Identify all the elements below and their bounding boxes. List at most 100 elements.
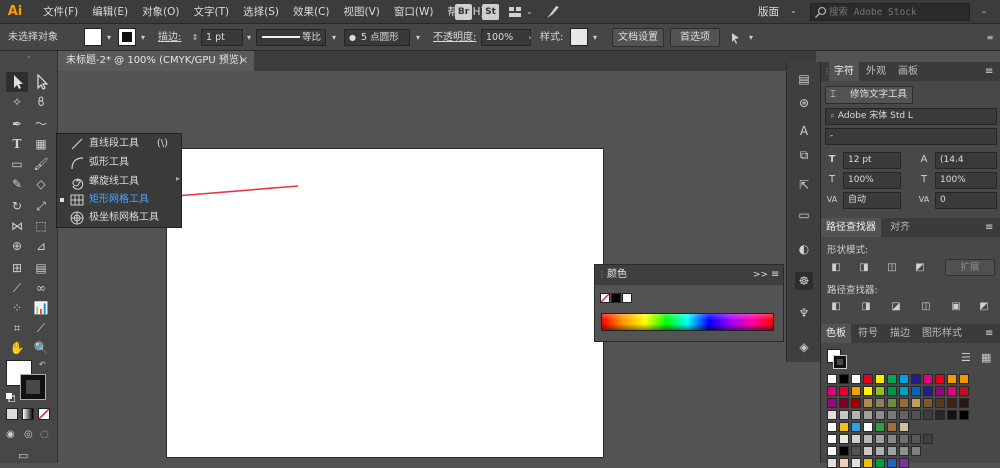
- swatch[interactable]: [887, 422, 897, 432]
- swatch[interactable]: [839, 434, 849, 444]
- layers-icon[interactable]: ◈: [795, 338, 813, 356]
- color-panel-toggle-icon[interactable]: ☸: [795, 272, 813, 290]
- brush-dropdown-icon[interactable]: ▾: [412, 29, 424, 46]
- flyout-item-line-segment[interactable]: 直线段工具 (\): [57, 135, 182, 153]
- black-color-chip[interactable]: [611, 293, 621, 303]
- gpu-rocket-icon[interactable]: [545, 4, 561, 20]
- swatch[interactable]: [827, 446, 837, 456]
- swatch-stroke-indicator[interactable]: [833, 355, 847, 369]
- flyout-item-spiral[interactable]: 螺旋线工具: [57, 173, 182, 191]
- stroke-profile-select[interactable]: 等比: [256, 29, 326, 46]
- menu-select[interactable]: 选择(S): [236, 0, 286, 24]
- stroke-label[interactable]: 描边:: [158, 29, 181, 46]
- navigator-icon[interactable]: ⊛: [795, 94, 813, 112]
- align-options-icon[interactable]: [729, 30, 745, 46]
- width-tool-icon[interactable]: ⋈: [6, 216, 28, 236]
- eyedropper-tool-icon[interactable]: ⟋: [6, 278, 28, 298]
- swatch[interactable]: [827, 434, 837, 444]
- swatch[interactable]: [887, 374, 897, 384]
- font-size-field[interactable]: 12 pt: [843, 152, 901, 169]
- brushes-icon[interactable]: ♆: [795, 304, 813, 322]
- trim-icon[interactable]: ◨: [859, 300, 873, 314]
- selection-tool-icon[interactable]: [6, 72, 28, 92]
- touch-type-button[interactable]: ⌶ 修饰文字工具: [825, 86, 913, 104]
- swatch[interactable]: [851, 410, 861, 420]
- curvature-tool-icon[interactable]: 〜: [30, 114, 52, 134]
- swatch[interactable]: [911, 410, 921, 420]
- swatch[interactable]: [899, 374, 909, 384]
- swatch[interactable]: [839, 410, 849, 420]
- swatch[interactable]: [935, 374, 945, 384]
- kerning-field[interactable]: 自动: [843, 192, 901, 209]
- panel-menu-icon[interactable]: ≡: [985, 218, 993, 237]
- draw-normal-icon[interactable]: ◉: [6, 429, 20, 441]
- stroke-color-box[interactable]: [20, 374, 46, 400]
- opacity-label[interactable]: 不透明度:: [433, 29, 476, 46]
- slice-tool-icon[interactable]: ⟋: [30, 318, 52, 338]
- swatch[interactable]: [899, 458, 909, 468]
- swatch[interactable]: [947, 386, 957, 396]
- links-icon[interactable]: ⧉: [795, 146, 813, 164]
- swatch[interactable]: [827, 374, 837, 384]
- stroke-weight-dropdown-icon[interactable]: ▾: [243, 29, 255, 46]
- swatch[interactable]: [959, 398, 969, 408]
- swatch[interactable]: [875, 374, 885, 384]
- tab-graphic-styles[interactable]: 图形样式: [917, 324, 967, 343]
- unite-icon[interactable]: ◧: [829, 261, 843, 275]
- tracking-field[interactable]: 0: [935, 192, 997, 209]
- swatch[interactable]: [851, 458, 861, 468]
- swatch[interactable]: [863, 434, 873, 444]
- gradient-tool-icon[interactable]: ▤: [30, 258, 52, 278]
- flyout-item-arc[interactable]: 弧形工具: [57, 154, 182, 172]
- swatch[interactable]: [839, 422, 849, 432]
- menu-type[interactable]: 文字(T): [187, 0, 237, 24]
- eraser-tool-icon[interactable]: ◇: [30, 174, 52, 194]
- scale-tool-icon[interactable]: ⤢: [30, 196, 52, 216]
- swatch[interactable]: [923, 374, 933, 384]
- perspective-grid-tool-icon[interactable]: ⊿: [30, 236, 52, 256]
- control-bar-menu-icon[interactable]: ≡: [984, 29, 996, 46]
- swatch[interactable]: [851, 434, 861, 444]
- swatch[interactable]: [863, 422, 873, 432]
- menu-effect[interactable]: 效果(C): [286, 0, 337, 24]
- swatch[interactable]: [851, 386, 861, 396]
- swatch[interactable]: [887, 434, 897, 444]
- document-setup-button[interactable]: 文档设置: [612, 28, 664, 47]
- swatch[interactable]: [899, 422, 909, 432]
- swatch[interactable]: [839, 386, 849, 396]
- style-dropdown-icon[interactable]: ▾: [589, 29, 601, 46]
- character-panel-icon[interactable]: A: [795, 122, 813, 140]
- swap-fill-stroke-icon[interactable]: ↶: [39, 360, 49, 370]
- flyout-item-rectangular-grid[interactable]: 矩形网格工具: [57, 191, 182, 209]
- flyout-tearoff-icon[interactable]: ▸: [176, 174, 183, 183]
- swatch[interactable]: [827, 458, 837, 468]
- opacity-dropdown-icon[interactable]: ›: [524, 29, 536, 46]
- screen-mode-icon[interactable]: ▭: [18, 449, 38, 462]
- collapse-panel-icon[interactable]: >>: [753, 265, 768, 285]
- swatch[interactable]: [887, 398, 897, 408]
- merge-icon[interactable]: ◪: [889, 300, 903, 314]
- leading-field[interactable]: (14.4: [935, 152, 997, 169]
- graphic-style-swatch[interactable]: [570, 28, 588, 46]
- preferences-button[interactable]: 首选项: [670, 28, 720, 47]
- tab-stroke[interactable]: 描边: [885, 324, 915, 343]
- tab-align[interactable]: 对齐: [885, 218, 915, 237]
- swatch[interactable]: [875, 458, 885, 468]
- swatch[interactable]: [839, 398, 849, 408]
- swatch[interactable]: [863, 374, 873, 384]
- minimize-icon[interactable]: –: [976, 3, 992, 21]
- mesh-tool-icon[interactable]: ⊞: [6, 258, 28, 278]
- appearance-icon[interactable]: ◐: [795, 240, 813, 258]
- swatch[interactable]: [863, 398, 873, 408]
- panel-menu-icon[interactable]: ≡: [771, 265, 779, 285]
- document-info-icon[interactable]: ▤: [795, 70, 813, 88]
- white-color-chip[interactable]: [622, 293, 632, 303]
- grid-view-icon[interactable]: ▦: [981, 351, 995, 365]
- stroke-dropdown-icon[interactable]: ▾: [137, 29, 149, 46]
- swatch[interactable]: [947, 410, 957, 420]
- exclude-icon[interactable]: ◩: [913, 261, 927, 275]
- divide-icon[interactable]: ◧: [829, 300, 843, 314]
- swatch[interactable]: [851, 374, 861, 384]
- close-tab-icon[interactable]: ×: [240, 51, 248, 71]
- menu-window[interactable]: 窗口(W): [387, 0, 441, 24]
